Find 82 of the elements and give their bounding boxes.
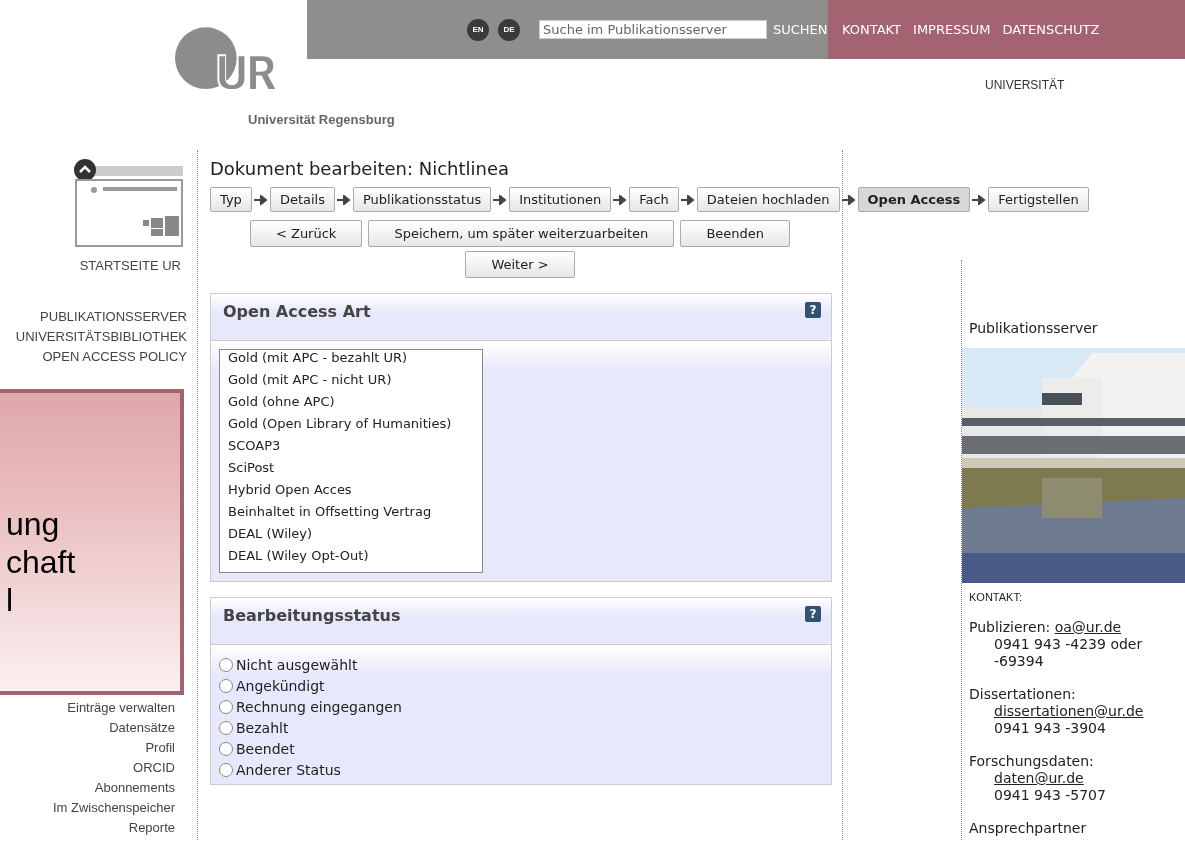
next-button[interactable]: Weiter > bbox=[465, 251, 575, 278]
action-button[interactable]: < Zurück bbox=[249, 220, 363, 247]
sidebar-link[interactable]: Datensätze bbox=[109, 720, 175, 735]
sidebar-link[interactable]: Reporte bbox=[128, 820, 175, 835]
panel-title: Bearbeitungsstatus bbox=[223, 606, 401, 625]
step-tab[interactable]: Typ bbox=[210, 187, 252, 212]
contact-label: Forschungsdaten: bbox=[969, 753, 1094, 769]
radio-label: Nicht ausgewählt bbox=[236, 656, 358, 673]
radio-label: Bezahlt bbox=[236, 719, 289, 736]
nav-link[interactable]: UNIVERSITÄT bbox=[985, 78, 1065, 92]
radio-label: Rechnung eingegangen bbox=[236, 698, 402, 715]
radio-button[interactable] bbox=[219, 699, 233, 714]
list-box[interactable] bbox=[219, 349, 483, 573]
list-option[interactable]: Gold (mit APC - bezahlt UR) bbox=[220, 350, 482, 372]
list-option[interactable]: DEAL (Wiley) bbox=[220, 526, 482, 548]
radio-button[interactable] bbox=[219, 657, 233, 672]
step-tab[interactable]: Open Access bbox=[857, 187, 971, 212]
sidebar-link[interactable]: OPEN ACCESS POLICY bbox=[42, 349, 187, 364]
radio-label: Anderer Status bbox=[236, 761, 341, 778]
phone-number: 0941 943 -4239 oder -69394 bbox=[993, 636, 1144, 670]
radio-label: Beendet bbox=[236, 740, 295, 757]
arrow-icon bbox=[336, 194, 351, 205]
callout-text: l bbox=[6, 581, 14, 619]
arrow-icon bbox=[972, 194, 987, 205]
sidebar-link[interactable]: ORCID bbox=[133, 760, 175, 775]
step-tab[interactable]: Details bbox=[269, 187, 335, 212]
arrow-icon bbox=[680, 194, 695, 205]
language-button[interactable]: DE bbox=[498, 18, 520, 41]
callout-text: ung bbox=[6, 505, 60, 543]
step-tab[interactable]: Fertigstellen bbox=[988, 187, 1089, 212]
phone-number: 0941 943 -5707 bbox=[993, 787, 1107, 804]
contact-heading: KONTAKT: bbox=[968, 591, 1023, 603]
arrow-icon bbox=[841, 194, 856, 205]
email-link[interactable]: dissertationen@ur.de bbox=[994, 703, 1144, 719]
header-link[interactable]: KONTAKT bbox=[842, 22, 902, 37]
radio-button[interactable] bbox=[219, 678, 233, 693]
step-tab[interactable]: Dateien hochladen bbox=[696, 187, 840, 212]
logo-caption: Universität Regensburg bbox=[248, 112, 395, 127]
language-button[interactable]: EN bbox=[467, 18, 489, 41]
list-option[interactable]: SCOAP3 bbox=[220, 438, 482, 460]
phone-number: 0941 943 -3904 bbox=[993, 720, 1107, 737]
callout-text: chaft bbox=[6, 543, 76, 581]
help-button[interactable]: ? bbox=[805, 302, 821, 318]
list-option[interactable]: Gold (Open Library of Humanities) bbox=[220, 416, 482, 438]
list-option[interactable]: Gold (mit APC - nicht UR) bbox=[220, 372, 482, 394]
header-link[interactable]: DATENSCHUTZ bbox=[1002, 22, 1100, 37]
step-tab[interactable]: Publikationsstatus bbox=[352, 187, 492, 212]
radio-button[interactable] bbox=[219, 741, 233, 756]
action-button[interactable]: Beenden bbox=[680, 220, 791, 247]
contact-label: Publizieren: bbox=[969, 619, 1051, 635]
page-title: Dokument bearbeiten: Nichtlinea bbox=[210, 158, 511, 179]
sidebar-link[interactable]: Einträge verwalten bbox=[67, 700, 175, 715]
search-field[interactable]: Suche im Publikationsserver bbox=[539, 20, 767, 39]
contact-label: Dissertationen: bbox=[969, 686, 1076, 702]
email-link[interactable]: daten@ur.de bbox=[994, 770, 1084, 786]
email-link[interactable]: oa@ur.de bbox=[1054, 619, 1122, 635]
step-tab[interactable]: Fach bbox=[629, 187, 679, 212]
list-option[interactable]: Gold (ohne APC) bbox=[220, 394, 482, 416]
arrow-icon bbox=[613, 194, 628, 205]
sidebar-link[interactable]: Abonnements bbox=[94, 780, 175, 795]
radio-button[interactable] bbox=[219, 720, 233, 735]
panel-title: Open Access Art bbox=[223, 302, 371, 321]
sidebar-link[interactable]: Profil bbox=[145, 740, 175, 755]
sidebar-link[interactable]: PUBLIKATIONSSERVER bbox=[40, 309, 187, 324]
help-button[interactable]: ? bbox=[805, 606, 821, 622]
radio-button[interactable] bbox=[219, 762, 233, 777]
sidebar-link[interactable]: Im Zwischenspeicher bbox=[52, 800, 175, 815]
radio-label: Angekündigt bbox=[236, 677, 325, 694]
arrow-icon bbox=[493, 194, 508, 205]
action-button[interactable]: Speichern, um später weiterzuarbeiten bbox=[368, 220, 675, 247]
list-option[interactable]: DEAL (Wiley Opt-Out) bbox=[220, 548, 482, 570]
arrow-icon bbox=[253, 194, 268, 205]
step-tab[interactable]: Institutionen bbox=[509, 187, 612, 212]
list-option[interactable]: Beinhaltet in Offsetting Vertrag bbox=[220, 504, 482, 526]
sidebar-link[interactable]: UNIVERSITÄTSBIBLIOTHEK bbox=[15, 329, 187, 344]
list-option[interactable]: Hybrid Open Acces bbox=[220, 482, 482, 504]
homepage-thumbnail-icon[interactable] bbox=[73, 158, 185, 250]
header-link[interactable]: IMPRESSUM bbox=[913, 22, 991, 37]
sidebar-link[interactable]: STARTSEITE UR bbox=[79, 258, 181, 273]
list-option[interactable]: SciPost bbox=[220, 460, 482, 482]
section-title: Ansprechpartner bbox=[968, 820, 1088, 836]
section-title: Publikationsserver bbox=[968, 320, 1099, 336]
